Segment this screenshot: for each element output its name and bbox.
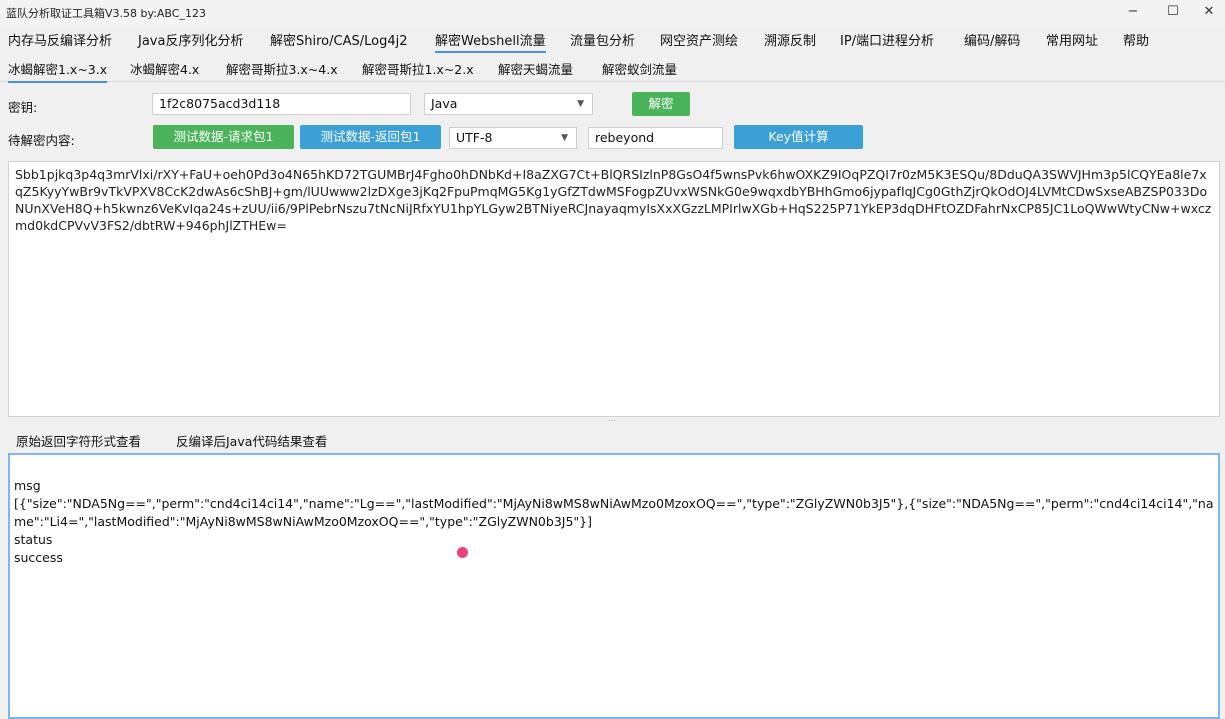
tab-godzilla-1-2[interactable]: 解密哥斯拉1.x~2.x: [362, 59, 474, 78]
minimize-button[interactable]: −: [1113, 0, 1153, 26]
splitter-handle[interactable]: ⋯: [600, 417, 624, 425]
decrypted-output[interactable]: msg [{"size":"NDA5Ng==","perm":"cnd4ci14…: [8, 453, 1220, 719]
chevron-down-icon: ▼: [561, 133, 568, 143]
menu-java-deserialize[interactable]: Java反序列化分析: [138, 30, 243, 49]
encoding-select-value: UTF-8: [456, 130, 493, 145]
menu-help[interactable]: 帮助: [1123, 30, 1149, 49]
language-select[interactable]: Java ▼: [424, 93, 593, 115]
result-tabs: 原始返回字符形式查看 反编译后Java代码结果查看: [0, 428, 1225, 455]
close-button[interactable]: ✕: [1189, 0, 1225, 26]
tab-raw-response[interactable]: 原始返回字符形式查看: [16, 431, 142, 455]
menu-encode[interactable]: 编码/解码: [964, 30, 1020, 49]
menu-webshell[interactable]: 解密Webshell流量: [435, 30, 546, 53]
menu-pcap[interactable]: 流量包分析: [570, 30, 635, 49]
maximize-button[interactable]: ☐: [1153, 0, 1193, 26]
tab-tianxie[interactable]: 解密天蝎流量: [498, 59, 573, 78]
language-select-value: Java: [431, 96, 458, 111]
output-line: msg: [14, 478, 41, 493]
menu-asset-mapping[interactable]: 网空资产测绘: [660, 30, 738, 49]
mouse-cursor-dot: [457, 547, 468, 558]
menu-shiro[interactable]: 解密Shiro/CAS/Log4j2: [270, 30, 407, 49]
encoding-select[interactable]: UTF-8 ▼: [449, 127, 577, 149]
key-label: 密钥:: [8, 100, 38, 115]
tab-antsword[interactable]: 解密蚁剑流量: [602, 59, 677, 78]
tab-behinder-4[interactable]: 冰蝎解密4.x: [130, 59, 199, 78]
output-line: status: [14, 532, 53, 547]
key-input[interactable]: 1f2c8075acd3d118: [152, 93, 411, 115]
title-bar: 蓝队分析取证工具箱V3.58 by:ABC_123 − ☐ ✕: [0, 0, 1225, 26]
decrypt-button[interactable]: 解密: [632, 92, 690, 116]
menu-urls[interactable]: 常用网址: [1046, 30, 1098, 49]
content-label: 待解密内容:: [8, 133, 75, 148]
test-request-button[interactable]: 测试数据-请求包1: [153, 125, 294, 149]
tab-godzilla-3-4[interactable]: 解密哥斯拉3.x~4.x: [226, 59, 338, 78]
output-line: [{"size":"NDA5Ng==","perm":"cnd4ci14ci14…: [14, 496, 1214, 529]
window-title: 蓝队分析取证工具箱V3.58 by:ABC_123: [6, 7, 206, 20]
menu-trace[interactable]: 溯源反制: [764, 30, 816, 49]
test-response-button[interactable]: 测试数据-返回包1: [300, 125, 441, 149]
chevron-down-icon: ▼: [577, 99, 584, 109]
main-menu-bar: 内存马反编译分析 Java反序列化分析 解密Shiro/CAS/Log4j2 解…: [0, 27, 1225, 53]
password-input[interactable]: rebeyond: [588, 127, 723, 149]
tab-behinder-1-3[interactable]: 冰蝎解密1.x~3.x: [8, 59, 108, 83]
tab-java-decompiled[interactable]: 反编译后Java代码结果查看: [176, 431, 327, 450]
ciphertext-input[interactable]: Sbb1pjkq3p4q3mrVlxi/rXY+FaU+oeh0Pd3o4N65…: [8, 161, 1220, 417]
output-line: success: [14, 550, 63, 565]
key-calc-button[interactable]: Key值计算: [734, 125, 863, 149]
decrypt-subtabs: 冰蝎解密1.x~3.x 冰蝎解密4.x 解密哥斯拉3.x~4.x 解密哥斯拉1.…: [0, 55, 1225, 83]
menu-memshell[interactable]: 内存马反编译分析: [8, 30, 112, 49]
menu-ip-port[interactable]: IP/端口进程分析: [840, 30, 934, 49]
